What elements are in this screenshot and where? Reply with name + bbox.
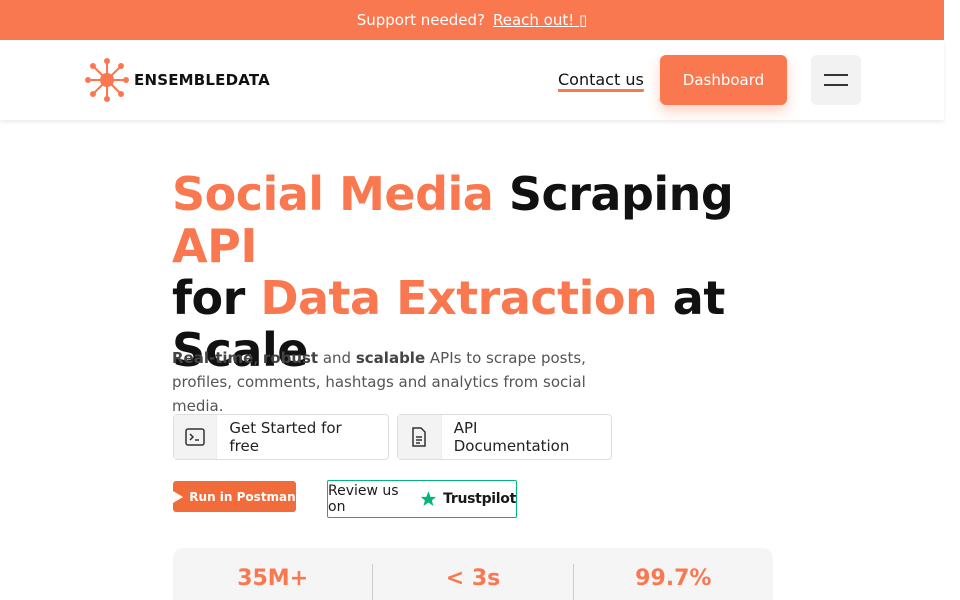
hero-title: Social Media Scraping API for Data Extra… [172,168,792,376]
ensembledata-logo-icon [85,58,129,102]
trustpilot-brand: Trustpilot [443,491,516,507]
stat-value: 35M+ [237,566,309,591]
get-started-label: Get Started for free [229,419,342,455]
terminal-icon [174,415,218,459]
subtitle-text: and [318,349,356,367]
get-started-button[interactable]: Get Started for free [173,414,389,460]
trustpilot-star-icon [421,491,437,507]
subtitle-bold: robust [262,349,319,367]
hero-title-part: Scraping [493,167,734,221]
hero-title-part: Social Media [172,167,494,221]
support-text: Support needed? [356,11,485,29]
api-documentation-button[interactable]: API Documentation [397,414,612,460]
document-icon [398,415,442,459]
postman-label: Run in Postman [189,489,296,504]
logo-text: ENSEMBLEDATA [134,71,270,89]
api-documentation-label: API Documentation [453,419,570,455]
hero-subtitle: Real-time, robust and scalable APIs to s… [172,346,642,418]
trustpilot-prefix: Review us on [328,483,399,515]
contact-us-link[interactable]: Contact us [558,70,644,89]
hero-title-part: at [657,271,726,325]
support-banner: Support needed? Reach out! ▯ [0,0,944,40]
stat-value: 99.7% [635,566,712,591]
menu-line-icon [824,84,848,86]
menu-line-icon [824,74,848,76]
trustpilot-review-badge[interactable]: Review us on Trustpilot [327,480,517,518]
stats-panel: 35M+ < 3s 99.7% [173,548,773,600]
hamburger-menu-button[interactable] [811,55,861,105]
subtitle-bold: scalable [355,349,426,367]
subtitle-text: , [253,349,263,367]
reach-out-link[interactable]: Reach out! ▯ [493,11,587,29]
subtitle-bold: Real-time [172,349,254,367]
hero-title-part: API [172,219,257,273]
run-in-postman-button[interactable]: Run in Postman [173,481,296,512]
dashboard-button[interactable]: Dashboard [660,55,787,105]
logo[interactable]: ENSEMBLEDATA [84,56,270,104]
hero-title-part: for [172,271,261,325]
hero-title-part: Data Extraction [260,271,658,325]
site-header: ENSEMBLEDATA Contact us Dashboard [0,40,944,120]
stat-value: < 3s [445,566,501,591]
play-icon [173,490,184,503]
